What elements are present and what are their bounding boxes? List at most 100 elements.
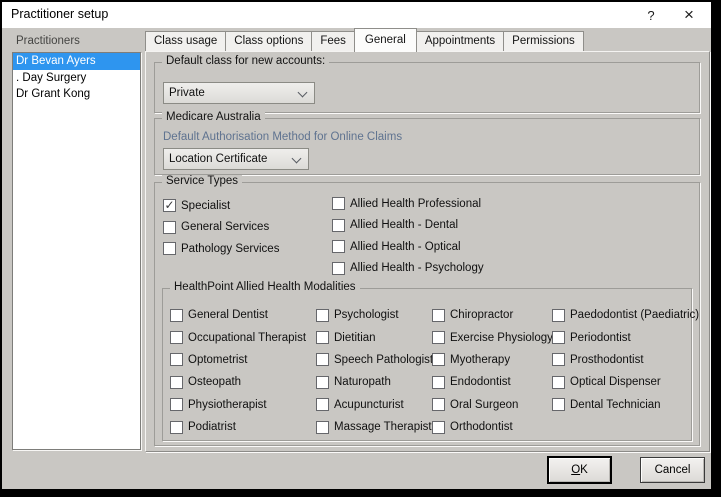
checkbox-box: ✓	[332, 197, 345, 210]
checkbox-box: ✓	[170, 421, 183, 434]
service-types-left-column: ✓ Specialist ✓ General Services ✓ Pathol…	[163, 195, 279, 260]
checkbox-box: ✓	[316, 421, 329, 434]
checkbox-optometrist[interactable]: ✓ Optometrist	[170, 349, 306, 371]
chevron-down-icon	[292, 154, 302, 164]
tab-strip: Class usage Class options Fees General A…	[145, 28, 583, 51]
checkbox-specialist[interactable]: ✓ Specialist	[163, 195, 279, 217]
checkbox-allied-health-dental[interactable]: ✓ Allied Health - Dental	[332, 215, 484, 237]
checkbox-box: ✓	[432, 309, 445, 322]
checkbox-box: ✓	[432, 398, 445, 411]
checkbox-allied-health-professional[interactable]: ✓ Allied Health Professional	[332, 193, 484, 215]
checkbox-box: ✓	[552, 353, 565, 366]
checkbox-box: ✓	[170, 331, 183, 344]
ok-button[interactable]: OK	[548, 457, 611, 483]
checkbox-dietitian[interactable]: ✓ Dietitian	[316, 326, 433, 348]
titlebar: Practitioner setup ? ×	[2, 2, 711, 28]
check-icon: ✓	[164, 199, 174, 211]
checkbox-box: ✓	[316, 331, 329, 344]
help-button[interactable]: ?	[638, 2, 664, 28]
checkbox-occupational-therapist[interactable]: ✓ Occupational Therapist	[170, 326, 306, 348]
tab-class-usage[interactable]: Class usage	[145, 31, 226, 51]
tab-fees[interactable]: Fees	[311, 31, 355, 51]
checkbox-psychologist[interactable]: ✓ Psychologist	[316, 304, 433, 326]
checkbox-orthodontist[interactable]: ✓ Orthodontist	[432, 416, 553, 438]
checkbox-box: ✓	[552, 398, 565, 411]
checkbox-oral-surgeon[interactable]: ✓ Oral Surgeon	[432, 394, 553, 416]
close-icon: ×	[684, 5, 694, 25]
window-title: Practitioner setup	[11, 7, 108, 21]
checkbox-allied-health-optical[interactable]: ✓ Allied Health - Optical	[332, 236, 484, 258]
checkbox-prosthodontist[interactable]: ✓ Prosthodontist	[552, 349, 699, 371]
checkbox-acupuncturist[interactable]: ✓ Acupuncturist	[316, 394, 433, 416]
tab-general[interactable]: General	[354, 28, 417, 52]
checkbox-box: ✓	[316, 353, 329, 366]
checkbox-box: ✓	[332, 240, 345, 253]
medicare-groupbox: Medicare Australia Default Authorisation…	[154, 118, 700, 175]
authorisation-method-link[interactable]: Default Authorisation Method for Online …	[163, 131, 402, 143]
healthpoint-column-1: ✓ General Dentist ✓ Occupational Therapi…	[170, 304, 306, 438]
checkbox-podiatrist[interactable]: ✓ Podiatrist	[170, 416, 306, 438]
checkbox-box: ✓	[170, 376, 183, 389]
tab-permissions[interactable]: Permissions	[503, 31, 584, 51]
checkbox-paedodontist[interactable]: ✓ Paedodontist (Paediatric)	[552, 304, 699, 326]
healthpoint-column-2: ✓ Psychologist ✓ Dietitian ✓ Speech Path…	[316, 304, 433, 438]
checkbox-box: ✓	[163, 199, 176, 212]
tab-appointments[interactable]: Appointments	[416, 31, 504, 51]
healthpoint-groupbox: HealthPoint Allied Health Modalities ✓ G…	[162, 288, 692, 441]
checkbox-box: ✓	[163, 221, 176, 234]
checkbox-box: ✓	[332, 262, 345, 275]
cancel-button-label: Cancel	[655, 464, 691, 476]
healthpoint-column-3: ✓ Chiropractor ✓ Exercise Physiology ✓ M…	[432, 304, 553, 438]
checkbox-box: ✓	[552, 331, 565, 344]
practitioners-label: Practitioners	[16, 35, 80, 47]
checkbox-box: ✓	[316, 398, 329, 411]
checkbox-box: ✓	[332, 219, 345, 232]
list-item-practitioner[interactable]: Dr Bevan Ayers	[13, 53, 140, 70]
checkbox-endodontist[interactable]: ✓ Endodontist	[432, 371, 553, 393]
service-types-groupbox: Service Types ✓ Specialist ✓ General Ser…	[154, 182, 700, 446]
close-button[interactable]: ×	[676, 2, 702, 28]
checkbox-box: ✓	[432, 421, 445, 434]
checkbox-box: ✓	[170, 398, 183, 411]
checkbox-exercise-physiology[interactable]: ✓ Exercise Physiology	[432, 326, 553, 348]
checkbox-general-services[interactable]: ✓ General Services	[163, 217, 279, 239]
practitioners-listbox[interactable]: Dr Bevan Ayers . Day Surgery Dr Grant Ko…	[12, 52, 141, 450]
checkbox-box: ✓	[552, 309, 565, 322]
checkbox-box: ✓	[163, 242, 176, 255]
checkbox-box: ✓	[552, 376, 565, 389]
list-item-practitioner[interactable]: . Day Surgery	[13, 70, 140, 87]
help-icon: ?	[647, 8, 654, 23]
combobox-value: Location Certificate	[169, 153, 267, 165]
checkbox-myotherapy[interactable]: ✓ Myotherapy	[432, 349, 553, 371]
service-types-group-label: Service Types	[162, 175, 242, 187]
checkbox-osteopath[interactable]: ✓ Osteopath	[170, 371, 306, 393]
checkbox-general-dentist[interactable]: ✓ General Dentist	[170, 304, 306, 326]
service-types-right-column: ✓ Allied Health Professional ✓ Allied He…	[332, 193, 484, 279]
tab-class-options[interactable]: Class options	[225, 31, 312, 51]
cancel-button[interactable]: Cancel	[640, 457, 705, 483]
checkbox-naturopath[interactable]: ✓ Naturopath	[316, 371, 433, 393]
checkbox-box: ✓	[170, 309, 183, 322]
checkbox-box: ✓	[432, 376, 445, 389]
checkbox-physiotherapist[interactable]: ✓ Physiotherapist	[170, 394, 306, 416]
default-class-combobox[interactable]: Private	[163, 82, 315, 104]
checkbox-speech-pathologist[interactable]: ✓ Speech Pathologist	[316, 349, 433, 371]
checkbox-allied-health-psychology[interactable]: ✓ Allied Health - Psychology	[332, 258, 484, 280]
checkbox-massage-therapist[interactable]: ✓ Massage Therapist	[316, 416, 433, 438]
combobox-value: Private	[169, 87, 205, 99]
medicare-group-label: Medicare Australia	[162, 111, 265, 123]
checkbox-pathology-services[interactable]: ✓ Pathology Services	[163, 238, 279, 260]
authorisation-method-combobox[interactable]: Location Certificate	[163, 148, 309, 170]
general-tab-page: Default class for new accounts: Private …	[145, 51, 710, 452]
list-item-practitioner[interactable]: Dr Grant Kong	[13, 86, 140, 103]
healthpoint-column-4: ✓ Paedodontist (Paediatric) ✓ Periodonti…	[552, 304, 699, 416]
practitioner-setup-dialog: Practitioner setup ? × Practitioners Dr …	[0, 0, 721, 497]
checkbox-chiropractor[interactable]: ✓ Chiropractor	[432, 304, 553, 326]
checkbox-periodontist[interactable]: ✓ Periodontist	[552, 326, 699, 348]
checkbox-box: ✓	[316, 376, 329, 389]
checkbox-dental-technician[interactable]: ✓ Dental Technician	[552, 394, 699, 416]
checkbox-box: ✓	[316, 309, 329, 322]
checkbox-box: ✓	[170, 353, 183, 366]
chevron-down-icon	[298, 88, 308, 98]
checkbox-optical-dispenser[interactable]: ✓ Optical Dispenser	[552, 371, 699, 393]
